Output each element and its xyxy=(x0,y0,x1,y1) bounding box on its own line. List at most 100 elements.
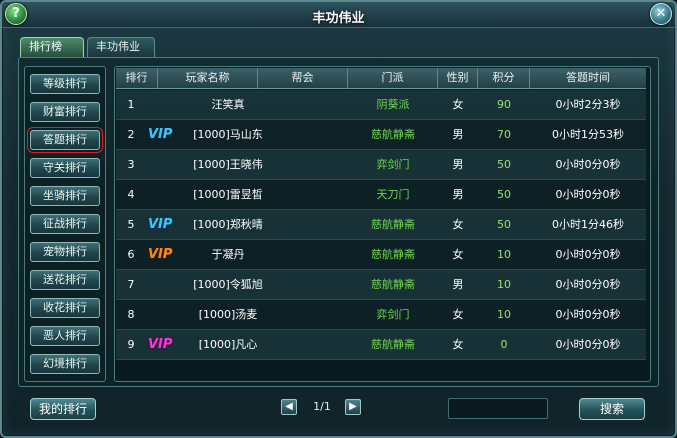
cell-guild xyxy=(284,210,348,240)
column-header-guild: 帮会 xyxy=(258,68,348,89)
cell-score: 10 xyxy=(497,308,511,321)
cell-player-name: [1000]郑秋晴 xyxy=(193,218,263,231)
cell-player-name: [1000]马山东 xyxy=(193,128,263,141)
cell-rank: 2 xyxy=(127,128,135,141)
category-sidebar: 等级排行 财富排行 答题排行 守关排行 坐骑排行 征战排行 宠物排行 送花排行 … xyxy=(24,66,106,382)
cell-score: 0 xyxy=(500,338,508,351)
cell-player-name: [1000]雷昱皙 xyxy=(193,188,263,201)
vip-badge: VIP xyxy=(148,217,173,232)
cell-gender: 女 xyxy=(452,98,464,111)
cell-player-name: 汪笑真 xyxy=(211,98,245,111)
cell-guild xyxy=(284,240,348,270)
cell-quiz-time: 0小时0分0秒 xyxy=(555,188,621,201)
sidebar-item-quiz[interactable]: 答题排行 xyxy=(27,127,103,153)
table-header: 排行 玩家名称 帮会 门派 性别 积分 答题时间 xyxy=(116,68,646,89)
sidebar-item-flowers-received[interactable]: 收花排行 xyxy=(30,298,100,318)
column-header-quiz-time: 答题时间 xyxy=(566,71,610,84)
cell-guild xyxy=(284,330,348,360)
sidebar-item-mount[interactable]: 坐骑排行 xyxy=(30,186,100,206)
cell-rank: 6 xyxy=(127,248,135,261)
cell-score: 50 xyxy=(497,188,511,201)
cell-quiz-time: 0小时0分0秒 xyxy=(555,278,621,291)
tab-achievements[interactable]: 丰功伟业 xyxy=(87,37,155,57)
cell-rank: 8 xyxy=(127,308,135,321)
cell-quiz-time: 0小时0分0秒 xyxy=(555,158,621,171)
cell-quiz-time: 0小时0分0秒 xyxy=(555,248,621,261)
cell-sect: 弈剑门 xyxy=(376,308,410,321)
my-rank-button[interactable]: 我的排行 xyxy=(30,398,96,420)
cell-score: 70 xyxy=(497,128,511,141)
cell-player-name: [1000]凡心 xyxy=(198,338,258,351)
cell-sect: 慈航静斋 xyxy=(371,248,415,261)
cell-gender: 女 xyxy=(452,308,464,321)
cell-guild xyxy=(284,270,348,300)
close-button[interactable]: ✕ xyxy=(650,3,672,25)
column-header-sect: 门派 xyxy=(348,68,438,89)
cell-rank: 1 xyxy=(127,98,135,111)
window-title: 丰功伟业 xyxy=(312,11,365,26)
vip-badge: VIP xyxy=(148,337,173,352)
search-input[interactable] xyxy=(448,398,548,419)
table-row[interactable]: 5 VIP [1000]郑秋晴 慈航静斋 女 50 0小时1分46秒 xyxy=(116,210,646,240)
column-header-gender: 性别 xyxy=(438,68,478,89)
cell-gender: 男 xyxy=(452,128,464,141)
sidebar-item-level[interactable]: 等级排行 xyxy=(30,74,100,94)
column-header-rank: 排行 xyxy=(116,68,158,89)
cell-score: 10 xyxy=(497,278,511,291)
cell-guild xyxy=(284,120,348,150)
table-row[interactable]: 1 汪笑真 阴葵派 女 90 0小时2分3秒 xyxy=(116,90,646,120)
sidebar-item-pet[interactable]: 宠物排行 xyxy=(30,242,100,262)
table-row[interactable]: 8 [1000]汤麦 弈剑门 女 10 0小时0分0秒 xyxy=(116,300,646,330)
cell-gender: 女 xyxy=(452,248,464,261)
cell-quiz-time: 0小时1分46秒 xyxy=(552,218,624,231)
column-header-player-name: 玩家名称 xyxy=(158,68,258,89)
sidebar-item-flowers-sent[interactable]: 送花排行 xyxy=(30,270,100,290)
page-indicator: 1/1 xyxy=(313,400,331,413)
cell-gender: 男 xyxy=(452,188,464,201)
vip-badge: VIP xyxy=(148,127,173,142)
cell-sect: 慈航静斋 xyxy=(371,218,415,231)
cell-guild xyxy=(284,150,348,180)
prev-page-button[interactable]: ◀ xyxy=(281,399,297,415)
cell-rank: 7 xyxy=(127,278,135,291)
title-bar: ? 丰功伟业 ✕ xyxy=(2,2,675,28)
cell-rank: 3 xyxy=(127,158,135,171)
sidebar-item-wealth[interactable]: 财富排行 xyxy=(30,102,100,122)
table-row[interactable]: 9 VIP [1000]凡心 慈航静斋 女 0 0小时0分0秒 xyxy=(116,330,646,360)
cell-sect: 弈剑门 xyxy=(376,158,410,171)
cell-quiz-time: 0小时0分0秒 xyxy=(555,308,621,321)
cell-gender: 男 xyxy=(452,158,464,171)
cell-quiz-time: 0小时0分0秒 xyxy=(555,338,621,351)
sidebar-item-gatekeeper[interactable]: 守关排行 xyxy=(30,158,100,178)
cell-quiz-time: 0小时2分3秒 xyxy=(555,98,621,111)
cell-rank: 4 xyxy=(127,188,135,201)
sidebar-item-villain[interactable]: 恶人排行 xyxy=(30,326,100,346)
cell-rank: 9 xyxy=(127,338,135,351)
cell-gender: 男 xyxy=(452,278,464,291)
table-row[interactable]: 4 [1000]雷昱皙 天刀门 男 50 0小时0分0秒 xyxy=(116,180,646,210)
next-page-button[interactable]: ▶ xyxy=(345,399,361,415)
sidebar-item-illusion[interactable]: 幻境排行 xyxy=(30,354,100,374)
cell-sect: 慈航静斋 xyxy=(371,338,415,351)
cell-sect: 慈航静斋 xyxy=(371,278,415,291)
table-row[interactable]: 7 [1000]令狐旭 慈航静斋 男 10 0小时0分0秒 xyxy=(116,270,646,300)
cell-player-name: 于凝丹 xyxy=(211,248,245,261)
sidebar-item-battle[interactable]: 征战排行 xyxy=(30,214,100,234)
cell-sect: 慈航静斋 xyxy=(371,128,415,141)
cell-sect: 天刀门 xyxy=(376,188,410,201)
cell-guild xyxy=(284,180,348,210)
cell-score: 90 xyxy=(497,98,511,111)
table-row[interactable]: 2 VIP [1000]马山东 慈航静斋 男 70 0小时1分53秒 xyxy=(116,120,646,150)
cell-quiz-time: 0小时1分53秒 xyxy=(552,128,624,141)
cell-guild xyxy=(284,90,348,120)
cell-player-name: [1000]王晓伟 xyxy=(193,158,263,171)
search-button[interactable]: 搜索 xyxy=(579,398,645,420)
tab-leaderboard[interactable]: 排行榜 xyxy=(20,37,84,57)
table-row[interactable]: 6 VIP 于凝丹 慈航静斋 女 10 0小时0分0秒 xyxy=(116,240,646,270)
cell-score: 10 xyxy=(497,248,511,261)
cell-score: 50 xyxy=(497,158,511,171)
cell-gender: 女 xyxy=(452,338,464,351)
table-row[interactable]: 3 [1000]王晓伟 弈剑门 男 50 0小时0分0秒 xyxy=(116,150,646,180)
cell-gender: 女 xyxy=(452,218,464,231)
cell-rank: 5 xyxy=(127,218,135,231)
